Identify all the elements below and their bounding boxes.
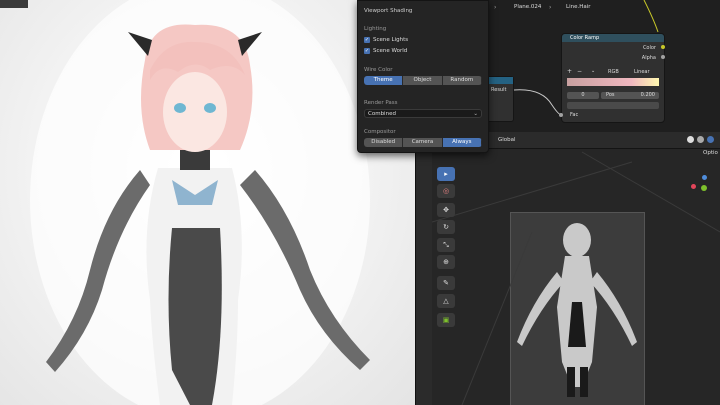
rotate-icon: ↻ bbox=[443, 223, 449, 231]
measure-tool-button[interactable]: △ bbox=[437, 294, 455, 308]
ramp-gradient[interactable] bbox=[567, 78, 659, 86]
stop-index-field[interactable]: 0 bbox=[567, 92, 599, 99]
rendered-viewport[interactable] bbox=[0, 0, 415, 405]
fac-input-label: Fac bbox=[570, 112, 579, 118]
alpha-output-socket[interactable] bbox=[661, 55, 665, 59]
select-tool-button[interactable]: ▸ bbox=[437, 167, 455, 181]
rotate-tool-button[interactable]: ↻ bbox=[437, 220, 455, 234]
output-color-label: Color bbox=[642, 45, 656, 51]
compositor-camera-button[interactable]: Camera bbox=[403, 138, 443, 147]
scene-lights-checkbox[interactable]: ✓ Scene Lights bbox=[364, 37, 408, 43]
position-field[interactable]: Pos 0.200 bbox=[601, 92, 659, 99]
cursor-tool-button[interactable]: ◎ bbox=[437, 184, 455, 198]
target-icon: ◎ bbox=[442, 187, 450, 195]
character-render bbox=[30, 0, 370, 405]
wireframe-mesh bbox=[432, 151, 720, 405]
wire-color-toggle: Theme Object Random bbox=[364, 76, 482, 85]
axis-y-dot[interactable] bbox=[701, 185, 707, 191]
annotate-tool-button[interactable]: ✎ bbox=[437, 276, 455, 290]
render-pass-select[interactable]: Combined ⌄ bbox=[364, 109, 482, 118]
color-swatch[interactable] bbox=[567, 102, 659, 109]
add-cube-tool-button[interactable]: ▣ bbox=[437, 313, 455, 327]
remove-stop-icon[interactable]: − bbox=[577, 68, 582, 75]
axis-x-dot[interactable] bbox=[691, 184, 696, 189]
fac-input-socket[interactable] bbox=[559, 113, 563, 117]
axis-z-dot[interactable] bbox=[702, 175, 707, 180]
compositor-always-button[interactable]: Always bbox=[442, 138, 482, 147]
checkmark-icon: ✓ bbox=[364, 48, 370, 54]
color-mode-select[interactable]: RGB bbox=[608, 69, 619, 75]
popover-title: Viewport Shading bbox=[364, 8, 413, 14]
transform-icon: ⊕ bbox=[443, 258, 449, 266]
cursor-icon: ▸ bbox=[444, 170, 448, 178]
wire-object-button[interactable]: Object bbox=[403, 76, 443, 85]
scene-lights-label: Scene Lights bbox=[373, 37, 409, 43]
scene-world-label: Scene World bbox=[373, 48, 408, 54]
wire-color-label: Wire Color bbox=[364, 67, 393, 73]
viewport-shading-popover: Viewport Shading Lighting ✓ Scene Lights … bbox=[357, 0, 489, 153]
scale-icon: ⤡ bbox=[443, 240, 449, 249]
transform-tool-button[interactable]: ⊕ bbox=[437, 255, 455, 269]
navigation-gizmo[interactable] bbox=[691, 175, 714, 198]
output-alpha-label: Alpha bbox=[641, 55, 656, 61]
compositor-label: Compositor bbox=[364, 129, 396, 135]
add-stop-icon[interactable]: + bbox=[567, 68, 572, 75]
scene-world-checkbox[interactable]: ✓ Scene World bbox=[364, 48, 407, 54]
ruler-icon: △ bbox=[443, 297, 449, 305]
render-pass-label: Render Pass bbox=[364, 100, 398, 106]
color-ramp-node[interactable]: Color Ramp Color Alpha + − ⌄ RGB Linear … bbox=[561, 33, 665, 123]
chevron-down-icon[interactable]: ⌄ bbox=[591, 68, 595, 74]
scale-tool-button[interactable]: ⤡ bbox=[437, 238, 455, 252]
position-value: 0.200 bbox=[640, 92, 655, 98]
compositor-disabled-button[interactable]: Disabled bbox=[364, 138, 404, 147]
solid-viewport[interactable]: Global Optio bbox=[432, 132, 720, 405]
checkmark-icon: ✓ bbox=[364, 37, 370, 43]
render-pass-value: Combined bbox=[368, 111, 396, 117]
compositor-toggle: Disabled Camera Always bbox=[364, 138, 482, 147]
pencil-icon: ✎ bbox=[443, 279, 449, 287]
cube-icon: ▣ bbox=[442, 316, 450, 324]
chevron-down-icon: ⌄ bbox=[473, 111, 478, 117]
color-output-socket[interactable] bbox=[661, 45, 665, 49]
lighting-label: Lighting bbox=[364, 26, 387, 32]
stop-index-value: 0 bbox=[581, 92, 585, 98]
move-tool-button[interactable]: ✥ bbox=[437, 203, 455, 217]
position-label: Pos bbox=[606, 92, 615, 98]
color-ramp-header[interactable]: Color Ramp bbox=[562, 34, 664, 42]
move-icon: ✥ bbox=[443, 206, 449, 214]
interpolation-select[interactable]: Linear bbox=[634, 69, 650, 75]
wire-theme-button[interactable]: Theme bbox=[364, 76, 404, 85]
wire-random-button[interactable]: Random bbox=[442, 76, 482, 85]
